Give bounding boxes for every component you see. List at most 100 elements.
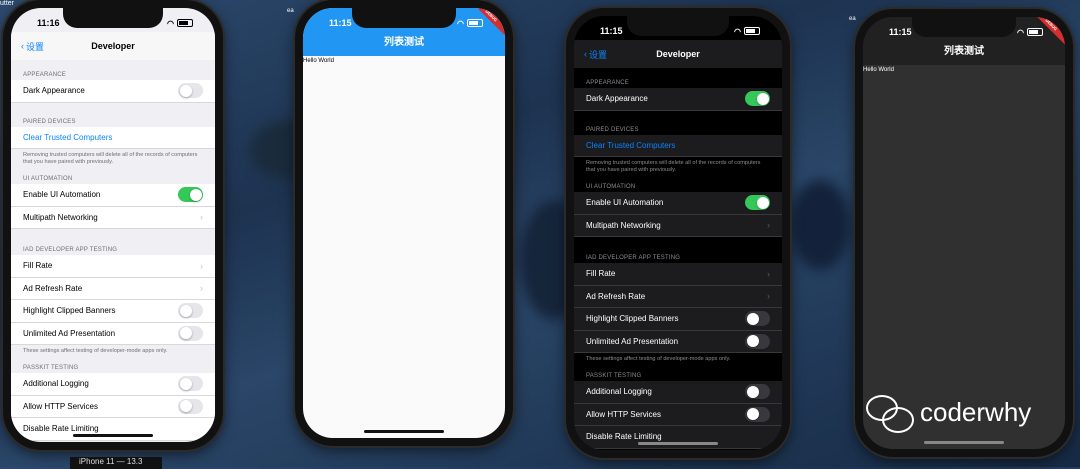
row-label: Allow HTTP Services <box>23 401 98 411</box>
highlight-banners-toggle[interactable] <box>178 303 203 319</box>
dark-appearance-row[interactable]: Dark Appearance <box>574 88 782 111</box>
unlimited-ad-presentation-row[interactable]: Unlimited Ad Presentation <box>11 322 215 345</box>
row-label: Highlight Clipped Banners <box>23 306 116 316</box>
additional-logging-row[interactable]: Additional Logging <box>574 381 782 404</box>
enable-ui-automation-row[interactable]: Enable UI Automation <box>11 184 215 207</box>
iphone-simulator-dark-settings: 11:15 ◠ ‹ 设置 Developer APPEARANCE Dark Ap… <box>566 8 790 458</box>
back-button[interactable]: ‹ 设置 <box>21 32 44 60</box>
dark-appearance-row[interactable]: Dark Appearance <box>11 80 215 103</box>
row-label: Clear Trusted Computers <box>23 132 113 142</box>
ad-refresh-rate-row[interactable]: Ad Refresh Rate › <box>11 277 215 300</box>
unlimited-ad-presentation-row[interactable]: Unlimited Ad Presentation <box>574 330 782 353</box>
app-bar-title: 列表测试 <box>384 37 424 48</box>
status-bar: 11:15 ◠ <box>889 25 1043 39</box>
screen: 11:16 ◠ ‹ 设置 Developer APPEARANCE Dark Ap… <box>11 8 215 442</box>
chevron-right-icon: › <box>767 220 770 231</box>
chevron-right-icon: › <box>200 260 203 271</box>
screen: DEBUG 11:15 ◠ 列表测试 Hello World <box>863 17 1065 449</box>
highlight-clipped-banners-row[interactable]: Highlight Clipped Banners <box>574 308 782 331</box>
back-label: 设置 <box>589 49 608 60</box>
screen: 11:15 ◠ ‹ 设置 Developer APPEARANCE Dark Ap… <box>574 16 782 450</box>
status-bar: 11:15 ◠ <box>600 24 760 38</box>
fill-rate-row[interactable]: Fill Rate › <box>11 255 215 278</box>
home-indicator <box>638 442 718 445</box>
fill-rate-row[interactable]: Fill Rate › <box>574 263 782 286</box>
hello-world-text: Hello World <box>303 58 334 64</box>
battery-icon <box>744 27 760 35</box>
settings-list: APPEARANCE Dark Appearance PAIRED DEVICE… <box>574 68 782 450</box>
highlight-clipped-banners-row[interactable]: Highlight Clipped Banners <box>11 300 215 323</box>
home-indicator <box>364 430 444 433</box>
row-label: Fill Rate <box>586 269 616 279</box>
battery-icon <box>177 19 193 27</box>
multipath-networking-row[interactable]: Multipath Networking › <box>11 206 215 229</box>
section-header: PAIRED DEVICES <box>586 126 639 133</box>
app-body: Hello World <box>303 56 505 438</box>
multipath-networking-row[interactable]: Multipath Networking › <box>574 214 782 237</box>
dark-appearance-toggle[interactable] <box>178 83 203 99</box>
watermark-text: coderwhy <box>920 396 1032 427</box>
dark-appearance-toggle[interactable] <box>745 91 770 107</box>
wifi-icon: ◠ <box>167 18 174 28</box>
unlimited-ad-toggle[interactable] <box>745 333 770 349</box>
section-header: UI AUTOMATION <box>586 184 636 190</box>
row-label: Clear Trusted Computers <box>586 140 676 150</box>
row-label: Disable Rate Limiting <box>23 424 99 434</box>
disable-rate-limiting-row[interactable]: Disable Rate Limiting <box>11 418 215 441</box>
allow-http-services-row[interactable]: Allow HTTP Services <box>574 403 782 426</box>
row-label: Multipath Networking <box>23 212 98 222</box>
enable-ui-automation-toggle[interactable] <box>178 187 203 203</box>
home-indicator <box>73 434 153 437</box>
allow-http-toggle[interactable] <box>178 398 203 414</box>
highlight-banners-toggle[interactable] <box>745 311 770 327</box>
row-label: Additional Logging <box>586 387 652 397</box>
row-label: Enable UI Automation <box>23 190 101 200</box>
section-footer: These settings affect testing of develop… <box>586 356 731 362</box>
allow-http-toggle[interactable] <box>745 406 770 422</box>
additional-logging-row[interactable]: Additional Logging <box>11 373 215 396</box>
section-header: UI AUTOMATION <box>23 176 73 182</box>
hello-world-text: Hello World <box>863 67 894 73</box>
section-header: APPEARANCE <box>586 80 630 86</box>
ad-refresh-rate-row[interactable]: Ad Refresh Rate › <box>574 285 782 308</box>
back-button[interactable]: ‹ 设置 <box>584 40 607 68</box>
row-label: Ad Refresh Rate <box>586 291 646 301</box>
section-header: PAIRED DEVICES <box>23 118 76 125</box>
background-rock <box>790 180 850 270</box>
home-indicator <box>924 441 1004 444</box>
clear-trusted-computers-button[interactable]: Clear Trusted Computers <box>11 126 215 149</box>
row-label: Enable UI Automation <box>586 198 664 208</box>
row-label: Unlimited Ad Presentation <box>586 336 679 346</box>
additional-logging-toggle[interactable] <box>178 376 203 392</box>
section-footer: Removing trusted computers will delete a… <box>23 152 198 165</box>
wifi-icon: ◠ <box>1017 27 1024 37</box>
additional-logging-toggle[interactable] <box>745 384 770 400</box>
desktop-app-name: utter <box>0 0 15 7</box>
row-label: Multipath Networking <box>586 220 661 230</box>
row-label: Unlimited Ad Presentation <box>23 328 116 338</box>
battery-icon <box>1027 28 1043 36</box>
disable-rate-limiting-row[interactable]: Disable Rate Limiting <box>574 426 782 449</box>
wechat-icon <box>866 393 914 433</box>
clear-trusted-computers-button[interactable]: Clear Trusted Computers <box>574 134 782 157</box>
enable-ui-automation-row[interactable]: Enable UI Automation <box>574 192 782 215</box>
simulator-label: iPhone 11 — 13.3 <box>70 457 162 469</box>
allow-http-services-row[interactable]: Allow HTTP Services <box>11 395 215 418</box>
back-label: 设置 <box>26 41 45 52</box>
status-time: 11:16 <box>37 18 60 28</box>
watermark: coderwhy <box>866 393 1032 433</box>
settings-list: APPEARANCE Dark Appearance PAIRED DEVICE… <box>11 60 215 442</box>
unlimited-ad-toggle[interactable] <box>178 325 203 341</box>
nav-bar: ‹ 设置 Developer <box>574 40 782 68</box>
enable-ui-automation-toggle[interactable] <box>745 195 770 211</box>
section-header: APPEARANCE <box>23 72 67 78</box>
row-label: Highlight Clipped Banners <box>586 314 679 324</box>
chevron-right-icon: › <box>200 212 203 223</box>
row-label: Dark Appearance <box>586 94 648 104</box>
row-label: Allow HTTP Services <box>586 409 661 419</box>
page-title: Developer <box>656 49 700 59</box>
chevron-left-icon: ‹ <box>21 41 24 51</box>
section-header: IAD DEVELOPER APP TESTING <box>23 247 118 253</box>
chevron-right-icon: › <box>200 283 203 294</box>
status-time: 11:15 <box>329 18 352 28</box>
